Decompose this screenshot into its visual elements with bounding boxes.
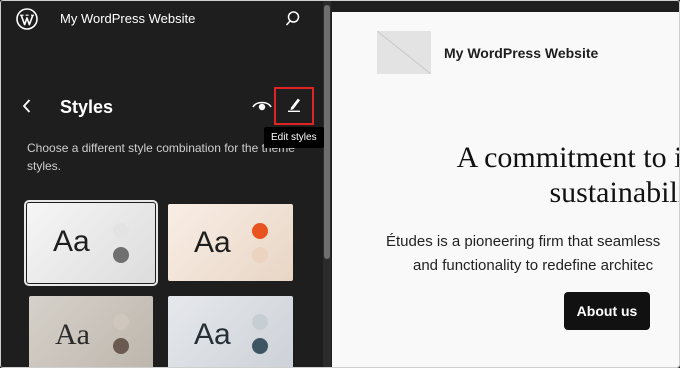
about-us-button[interactable]: About us [564,292,650,330]
hero-heading-line: sustainability [549,176,680,209]
color-swatch [252,223,268,239]
editor-canvas[interactable]: My WordPress Website A commitment to inn… [332,12,680,367]
style-variation-4[interactable]: Aa [168,296,293,367]
canvas-site-title[interactable]: My WordPress Website [444,45,598,61]
color-swatch [113,314,129,330]
hero-heading[interactable]: A commitment to inno sustainability [392,140,680,210]
style-variation-2[interactable]: Aa [168,204,293,281]
back-chevron-icon[interactable] [20,97,34,115]
variation-sample: Aa [55,318,90,351]
style-variation-1[interactable]: Aa [24,200,158,286]
variation-sample: Aa [194,318,231,351]
color-swatch [113,338,129,354]
sidebar-scrollbar[interactable] [323,1,331,367]
sidebar: My WordPress Website Styles Choose a dif… [1,1,324,367]
site-editor: My WordPress Website Styles Choose a dif… [0,0,680,368]
panel-title: Styles [60,97,114,117]
color-swatch [252,314,268,330]
search-icon[interactable] [284,10,302,28]
variation-sample: Aa [194,226,231,259]
color-swatch [113,223,129,239]
edit-styles-tooltip: Edit styles [264,127,324,148]
color-swatch [252,338,268,354]
style-variation-3[interactable]: Aa [29,296,153,367]
edit-styles-button[interactable] [274,87,314,125]
wordpress-logo-icon[interactable] [15,7,39,31]
site-title[interactable]: My WordPress Website [60,11,195,26]
scrollbar-thumb[interactable] [324,5,330,259]
hero-paragraph-line: Études is a pioneering firm that seamles… [386,233,661,250]
color-swatch [252,247,268,263]
color-swatch [113,247,129,263]
site-logo-placeholder[interactable] [376,30,432,75]
hero-paragraph-line: and functionality to redefine architec [413,257,654,274]
pencil-icon [285,95,303,118]
variation-sample: Aa [53,225,90,258]
hero-heading-line: A commitment to inno [456,141,679,174]
eye-icon[interactable] [251,97,273,115]
panel-description: Choose a different style combination for… [27,141,295,173]
hero-paragraph[interactable]: Études is a pioneering firm that seamles… [386,230,679,278]
